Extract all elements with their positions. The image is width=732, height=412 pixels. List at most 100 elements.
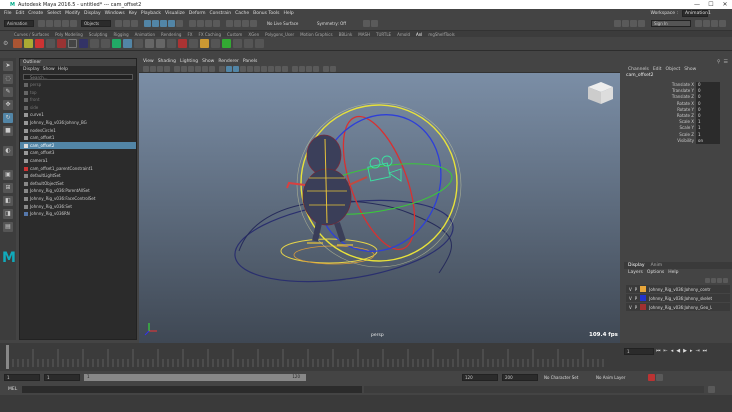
select-object-icon[interactable] bbox=[123, 20, 130, 27]
sign-in-button[interactable]: Sign In bbox=[651, 20, 691, 27]
select-tool-icon[interactable]: ➤ bbox=[3, 61, 13, 71]
channel-box-icon[interactable] bbox=[719, 20, 726, 27]
vp-film-gate-icon[interactable] bbox=[181, 65, 187, 72]
shelf-button-1tl[interactable] bbox=[90, 39, 99, 48]
snap-view-icon[interactable] bbox=[168, 20, 175, 27]
menu-deform[interactable]: Deform bbox=[189, 11, 206, 16]
layer-new-empty-icon[interactable] bbox=[717, 277, 722, 283]
shelf-tab-xgen[interactable]: XGen bbox=[248, 32, 259, 37]
outliner-item[interactable]: Johnny_Rig_v036:Set bbox=[20, 203, 136, 211]
shelf-button-d[interactable] bbox=[200, 39, 209, 48]
shelf-button-spk[interactable] bbox=[13, 39, 22, 48]
shelf-button-c[interactable] bbox=[189, 39, 198, 48]
menu-modify[interactable]: Modify bbox=[65, 11, 80, 16]
shelf-button-oab[interactable] bbox=[79, 39, 88, 48]
shelf-button-brep[interactable] bbox=[255, 39, 264, 48]
layer-menu-options[interactable]: Options bbox=[647, 270, 664, 275]
shelf-button-anima[interactable] bbox=[68, 39, 77, 48]
outliner-item[interactable]: cam_offset2 bbox=[20, 141, 136, 150]
close-button[interactable]: ✕ bbox=[718, 1, 732, 8]
select-hierarchy-icon[interactable] bbox=[115, 20, 122, 27]
outliner-item[interactable]: persp bbox=[20, 81, 136, 89]
shelf-tab-anl[interactable]: Anl bbox=[416, 32, 422, 37]
layout-preset-icon[interactable]: ▤ bbox=[3, 222, 13, 232]
script-editor-icon[interactable] bbox=[708, 385, 715, 393]
snap-settings-icon[interactable] bbox=[371, 20, 378, 27]
menu-key[interactable]: Key bbox=[129, 11, 137, 16]
display-layer-row[interactable]: V P Johnny_Rig_v036:Johnny_contr bbox=[626, 285, 730, 293]
vp-field-chart-icon[interactable] bbox=[202, 65, 208, 72]
shelf-tab-fx[interactable]: FX bbox=[187, 32, 192, 37]
shelf-button-reus[interactable] bbox=[101, 39, 110, 48]
new-scene-icon[interactable] bbox=[38, 20, 45, 27]
shelf-tab-motion-graphics[interactable]: Motion Graphics bbox=[300, 32, 333, 37]
vp-textured-icon[interactable] bbox=[240, 65, 246, 72]
shelf-button-e[interactable] bbox=[211, 39, 220, 48]
animation-end-field[interactable]: 200 bbox=[502, 373, 538, 381]
playback-start-field[interactable]: 1 bbox=[44, 373, 80, 381]
layer-visibility-toggle[interactable]: V bbox=[629, 305, 632, 310]
menu-display[interactable]: Display bbox=[84, 11, 101, 16]
vp-safe-action-icon[interactable] bbox=[209, 65, 215, 72]
attribute-editor-icon[interactable] bbox=[703, 20, 710, 27]
vp-exposure-icon[interactable] bbox=[330, 65, 336, 72]
anim-layer-label[interactable]: No Anim Layer bbox=[596, 375, 644, 380]
menu-help[interactable]: Help bbox=[284, 11, 294, 16]
paint-select-tool-icon[interactable]: ✎ bbox=[3, 87, 13, 97]
menu-bonus-tools[interactable]: Bonus Tools bbox=[253, 11, 279, 16]
animation-start-field[interactable]: 1 bbox=[4, 373, 40, 381]
undo-icon[interactable] bbox=[62, 20, 69, 27]
step-forward-icon[interactable]: ▸ bbox=[690, 348, 693, 354]
layer-move-down-icon[interactable] bbox=[711, 277, 716, 283]
shelf-button-pbrep[interactable] bbox=[233, 39, 242, 48]
shelf-tab-custom[interactable]: Custom bbox=[227, 32, 242, 37]
step-back-key-icon[interactable]: ⇤ bbox=[664, 348, 668, 354]
shelf-tab-sculpting[interactable]: Sculpting bbox=[89, 32, 108, 37]
outliner-persp-icon[interactable]: ◧ bbox=[3, 196, 13, 206]
vp-lock-icon[interactable] bbox=[150, 65, 156, 72]
current-frame-field[interactable]: 1 bbox=[624, 348, 654, 355]
layout3-icon[interactable] bbox=[630, 20, 637, 27]
vp-ao-icon[interactable] bbox=[261, 65, 267, 72]
outliner-menu-display[interactable]: Display bbox=[23, 67, 40, 72]
shelf-tab-poly[interactable]: Poly Modeling bbox=[55, 32, 83, 37]
outliner-item[interactable]: top bbox=[20, 89, 136, 97]
display-layer-row[interactable]: V P Johnny_Rig_v036:Johnny_Geo_L bbox=[626, 303, 730, 311]
vp-gate-mask-icon[interactable] bbox=[195, 65, 201, 72]
menu-cache[interactable]: Cache bbox=[235, 11, 249, 16]
vp-grid-icon[interactable] bbox=[174, 65, 180, 72]
character-set-label[interactable]: No Character Set bbox=[544, 375, 594, 380]
outliner-item[interactable]: cam_offset1 bbox=[20, 134, 136, 142]
layer-color-swatch[interactable] bbox=[640, 295, 647, 301]
layer-move-up-icon[interactable] bbox=[705, 277, 710, 283]
last-tool-icon[interactable]: ◐ bbox=[3, 146, 13, 156]
select-component-icon[interactable] bbox=[131, 20, 138, 27]
shelf-tab-turtle[interactable]: TURTLE bbox=[376, 32, 391, 37]
selection-mode-dropdown[interactable]: Objects bbox=[81, 20, 111, 27]
outliner-search-input[interactable]: Search... bbox=[23, 74, 133, 80]
shelf-button-cam[interactable] bbox=[156, 39, 165, 48]
symmetry-label[interactable]: Symmetry: Off bbox=[317, 21, 357, 26]
outliner-item[interactable]: curve1 bbox=[20, 111, 136, 119]
viewport-menu-show[interactable]: Show bbox=[202, 59, 214, 64]
shelf-button-a[interactable] bbox=[167, 39, 176, 48]
lasso-tool-icon[interactable]: ◌ bbox=[3, 74, 13, 84]
soft-select-icon[interactable] bbox=[363, 20, 370, 27]
construction-history-icon[interactable] bbox=[213, 20, 220, 27]
vp-camera-icon[interactable] bbox=[143, 65, 149, 72]
snap-curve-icon[interactable] bbox=[152, 20, 159, 27]
single-view-icon[interactable]: ▣ bbox=[3, 170, 13, 180]
render-settings-icon[interactable] bbox=[242, 20, 249, 27]
menu-edit[interactable]: Edit bbox=[16, 11, 25, 16]
menu-select[interactable]: Select bbox=[47, 11, 61, 16]
rotate-tool-icon[interactable]: ↻ bbox=[3, 113, 13, 123]
vp-xray-joints-icon[interactable] bbox=[306, 65, 312, 72]
layer-playback-toggle[interactable]: P bbox=[635, 305, 637, 310]
layer-color-swatch[interactable] bbox=[640, 304, 647, 310]
menu-create[interactable]: Create bbox=[28, 11, 43, 16]
render-icon[interactable] bbox=[226, 20, 233, 27]
menu-windows[interactable]: Windows bbox=[105, 11, 125, 16]
move-tool-icon[interactable]: ✥ bbox=[3, 100, 13, 110]
graph-persp-icon[interactable]: ◨ bbox=[3, 209, 13, 219]
layout4-icon[interactable] bbox=[638, 20, 645, 27]
